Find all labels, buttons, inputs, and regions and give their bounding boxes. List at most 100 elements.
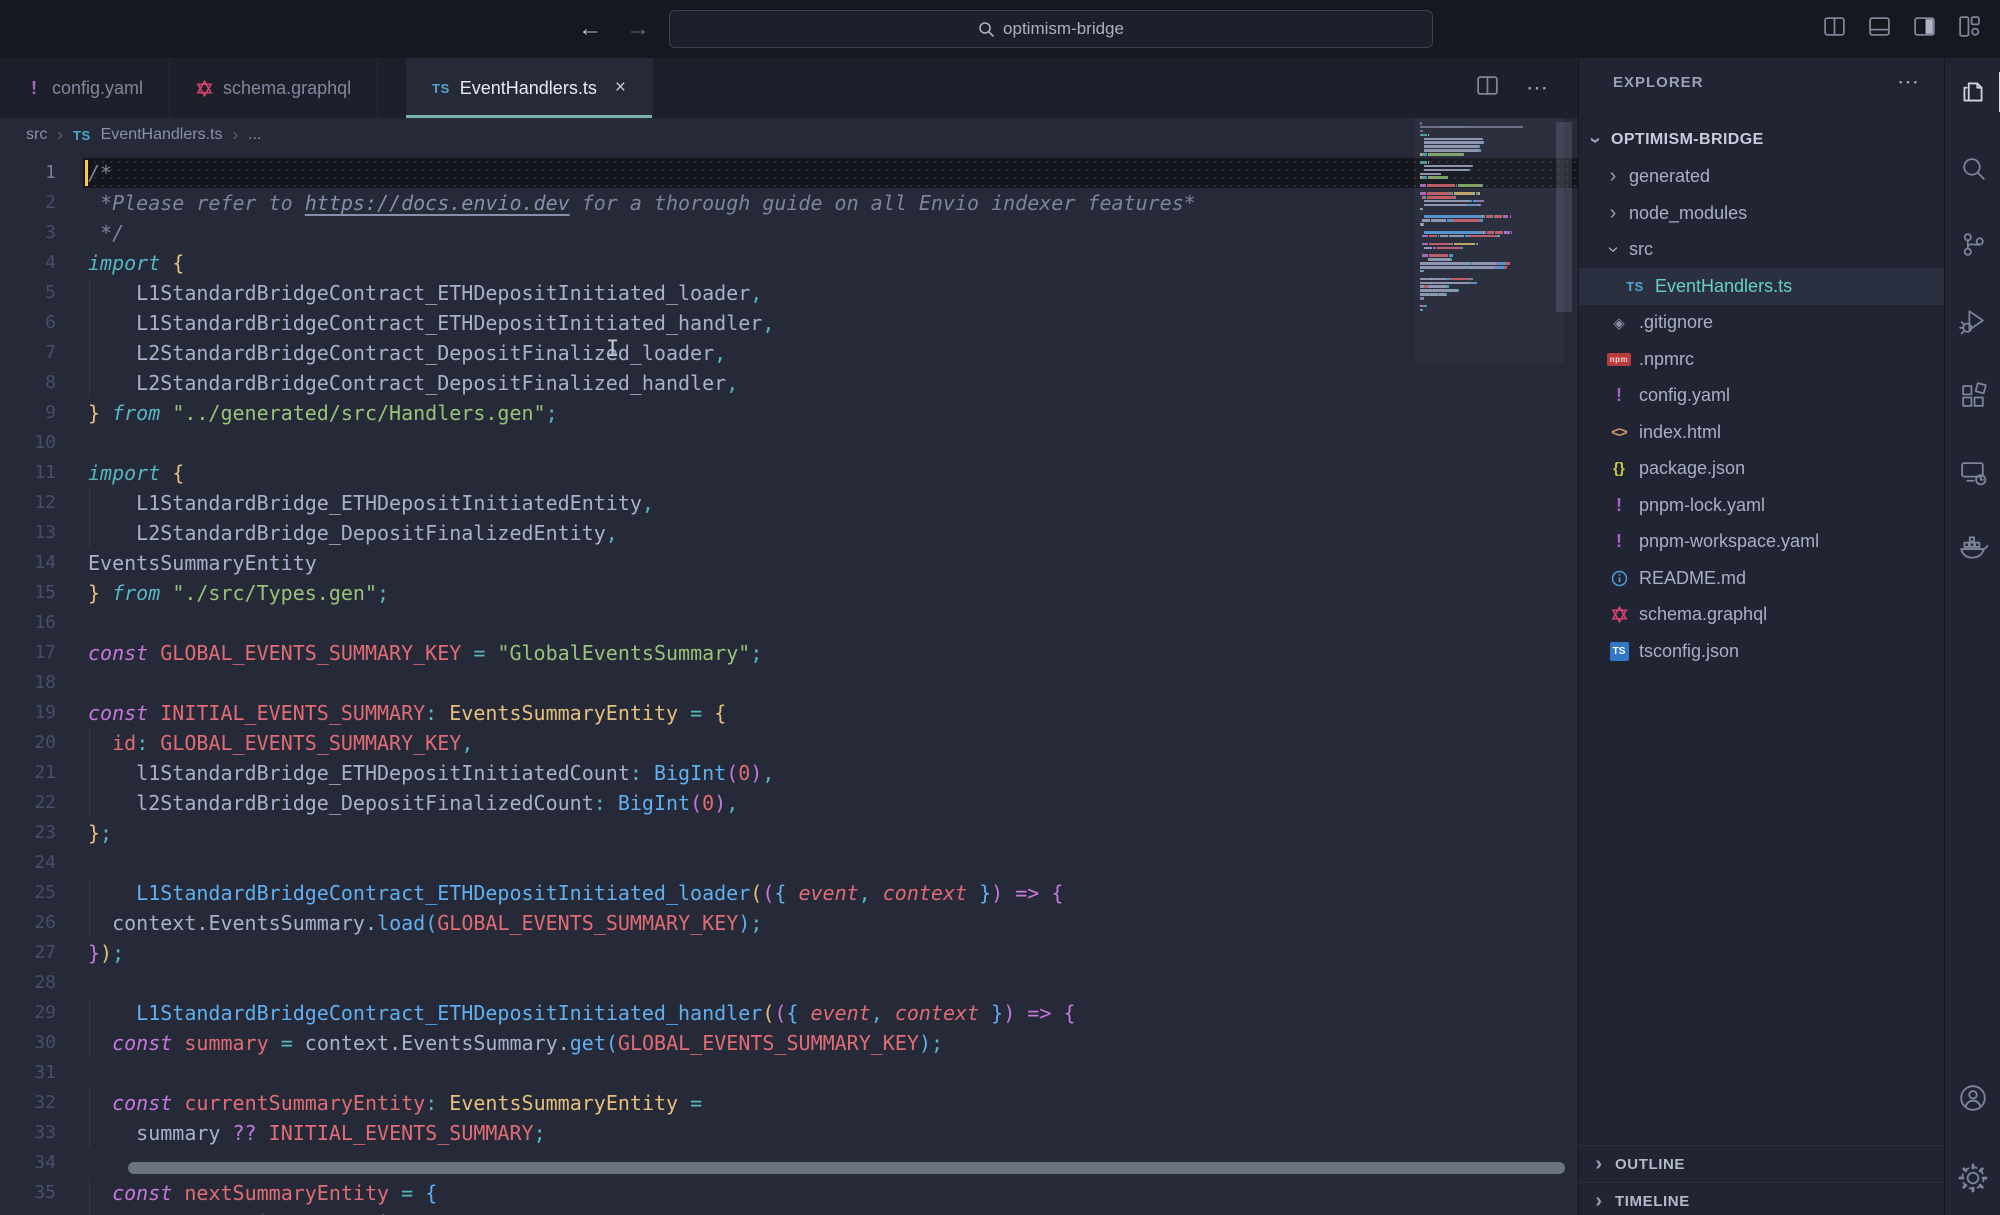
source-control-icon[interactable] [1945, 216, 2000, 272]
nav-back-icon[interactable]: ← [578, 0, 602, 58]
minimap-line [1420, 297, 1560, 300]
code-line[interactable]: 8 L2StandardBridgeContract_DepositFinali… [0, 368, 1578, 398]
code-line[interactable]: 29 L1StandardBridgeContract_ETHDepositIn… [0, 998, 1578, 1028]
code-line[interactable]: 3 */ [0, 218, 1578, 248]
code-line[interactable]: 10 [0, 428, 1578, 458]
code-line[interactable]: 19const INITIAL_EVENTS_SUMMARY: EventsSu… [0, 698, 1578, 728]
minimap-line [1420, 250, 1560, 253]
minimap-line [1420, 309, 1560, 312]
explorer-icon[interactable] [1945, 64, 2000, 120]
toggle-secondary-sidebar-icon[interactable] [1912, 14, 1937, 39]
tree-item-config.yaml[interactable]: !config.yaml [1579, 378, 1945, 415]
horizontal-scrollbar[interactable] [128, 1162, 1565, 1174]
code-line[interactable]: 21 l1StandardBridge_ETHDepositInitiatedC… [0, 758, 1578, 788]
timeline-label: TIMELINE [1615, 1193, 1690, 1210]
code-line[interactable]: 26 context.EventsSummary.load(GLOBAL_EVE… [0, 908, 1578, 938]
npm-file-icon: npm [1607, 353, 1631, 366]
timeline-section[interactable]: › TIMELINE [1579, 1182, 1945, 1215]
close-icon[interactable]: × [615, 77, 626, 99]
account-icon[interactable] [1945, 1070, 2000, 1126]
code-line[interactable]: 9} from "../generated/src/Handlers.gen"; [0, 398, 1578, 428]
vertical-scrollbar[interactable] [1556, 122, 1572, 312]
code-text: }; [88, 818, 112, 848]
explorer-more-icon[interactable]: ⋯ [1897, 69, 1921, 95]
minimap-line [1420, 184, 1560, 187]
split-editor-icon[interactable] [1475, 73, 1500, 103]
breadcrumb-item[interactable]: EventHandlers.ts [101, 126, 223, 144]
toggle-panel-icon[interactable] [1867, 14, 1892, 39]
code-editor[interactable]: I 1/*2 *Please refer to https://docs.env… [0, 152, 1578, 1215]
split-editor-icon[interactable] [1822, 14, 1847, 39]
code-line[interactable]: 18 [0, 668, 1578, 698]
breadcrumb[interactable]: src›TSEventHandlers.ts›... [0, 118, 1578, 152]
code-line[interactable]: 24 [0, 848, 1578, 878]
tree-item-.gitignore[interactable]: ◈.gitignore [1579, 305, 1945, 342]
extensions-icon[interactable] [1945, 368, 2000, 424]
code-line[interactable]: 30 const summary = context.EventsSummary… [0, 1028, 1578, 1058]
code-line[interactable]: 28 [0, 968, 1578, 998]
code-line[interactable]: 22 l2StandardBridge_DepositFinalizedCoun… [0, 788, 1578, 818]
tree-item-.npmrc[interactable]: npm .npmrc [1579, 341, 1945, 378]
tree-item-tsconfig.json[interactable]: TStsconfig.json [1579, 633, 1945, 670]
indent-guide [89, 338, 90, 368]
minimap[interactable] [1420, 122, 1560, 313]
code-line[interactable]: 25 L1StandardBridgeContract_ETHDepositIn… [0, 878, 1578, 908]
tree-item-label: .npmrc [1639, 349, 1694, 370]
minimap-line [1420, 289, 1560, 292]
tree-item-pnpm-workspace.yaml[interactable]: ! pnpm-workspace.yaml [1579, 524, 1945, 561]
code-line[interactable]: 12 L1StandardBridge_ETHDepositInitiatedE… [0, 488, 1578, 518]
code-line[interactable]: 17const GLOBAL_EVENTS_SUMMARY_KEY = "Glo… [0, 638, 1578, 668]
search-icon[interactable] [1945, 140, 2000, 196]
code-line[interactable]: 5 L1StandardBridgeContract_ETHDepositIni… [0, 278, 1578, 308]
docker-icon[interactable] [1945, 520, 2000, 576]
tab-config.yaml[interactable]: !config.yaml [0, 58, 170, 118]
code-line[interactable]: 35 const nextSummaryEntity = { [0, 1178, 1578, 1208]
code-line[interactable]: 16 [0, 608, 1578, 638]
tree-item-README.md[interactable]: README.md [1579, 560, 1945, 597]
run-debug-icon[interactable] [1945, 292, 2000, 348]
code-line[interactable]: 13 L2StandardBridge_DepositFinalizedEnti… [0, 518, 1578, 548]
command-center-search[interactable]: optimism-bridge [669, 10, 1433, 48]
tree-item-EventHandlers.ts[interactable]: TSEventHandlers.ts [1579, 268, 1945, 305]
line-number: 10 [0, 428, 56, 458]
code-line[interactable]: 20 id: GLOBAL_EVENTS_SUMMARY_KEY, [0, 728, 1578, 758]
code-text: summary ?? INITIAL_EVENTS_SUMMARY; [88, 1118, 546, 1148]
minimap-line [1420, 176, 1560, 179]
line-number: 31 [0, 1058, 56, 1088]
breadcrumb-item[interactable]: src [26, 126, 47, 144]
code-line[interactable]: 32 const currentSummaryEntity: EventsSum… [0, 1088, 1578, 1118]
tree-item-label: pnpm-workspace.yaml [1639, 531, 1819, 552]
tree-item-generated[interactable]: ›generated [1579, 159, 1945, 196]
code-line[interactable]: 23}; [0, 818, 1578, 848]
yaml-file-icon: ! [1611, 531, 1627, 552]
tree-item-src[interactable]: ›src [1579, 232, 1945, 269]
code-line[interactable]: 36 ...currentSummaryEntity, [0, 1208, 1578, 1215]
code-line[interactable]: 2 *Please refer to https://docs.envio.de… [0, 188, 1578, 218]
code-line[interactable]: 7 L2StandardBridgeContract_DepositFinali… [0, 338, 1578, 368]
tree-item-schema.graphql[interactable]: schema.graphql [1579, 597, 1945, 634]
customize-layout-icon[interactable] [1957, 14, 1982, 39]
outline-section[interactable]: › OUTLINE [1579, 1145, 1945, 1182]
settings-gear-icon[interactable] [1945, 1150, 2000, 1206]
code-line[interactable]: 33 summary ?? INITIAL_EVENTS_SUMMARY; [0, 1118, 1578, 1148]
code-line[interactable]: 14EventsSummaryEntity [0, 548, 1578, 578]
code-line[interactable]: 15} from "./src/Types.gen"; [0, 578, 1578, 608]
code-line[interactable]: 6 L1StandardBridgeContract_ETHDepositIni… [0, 308, 1578, 338]
tab-EventHandlers.ts[interactable]: TSEventHandlers.ts× [406, 58, 653, 118]
tree-item-index.html[interactable]: <>index.html [1579, 414, 1945, 451]
tree-item-node_modules[interactable]: ›node_modules [1579, 195, 1945, 232]
code-line[interactable]: 31 [0, 1058, 1578, 1088]
remote-explorer-icon[interactable] [1945, 444, 2000, 500]
editor-more-actions-icon[interactable]: ⋯ [1526, 75, 1550, 101]
breadcrumb-item[interactable]: ... [248, 126, 261, 144]
tree-item-OPTIMISM-BRIDGE[interactable]: ›OPTIMISM-BRIDGE [1579, 122, 1945, 159]
code-line[interactable]: 11import { [0, 458, 1578, 488]
tab-schema.graphql[interactable]: schema.graphql [170, 58, 378, 118]
code-line[interactable]: 27}); [0, 938, 1578, 968]
code-line[interactable]: 1/* [0, 158, 1578, 188]
minimap-line [1420, 270, 1560, 273]
code-line[interactable]: 4import { [0, 248, 1578, 278]
tree-item-pnpm-lock.yaml[interactable]: !pnpm-lock.yaml [1579, 487, 1945, 524]
nav-forward-icon[interactable]: → [626, 0, 650, 58]
tree-item-package.json[interactable]: {}package.json [1579, 451, 1945, 488]
